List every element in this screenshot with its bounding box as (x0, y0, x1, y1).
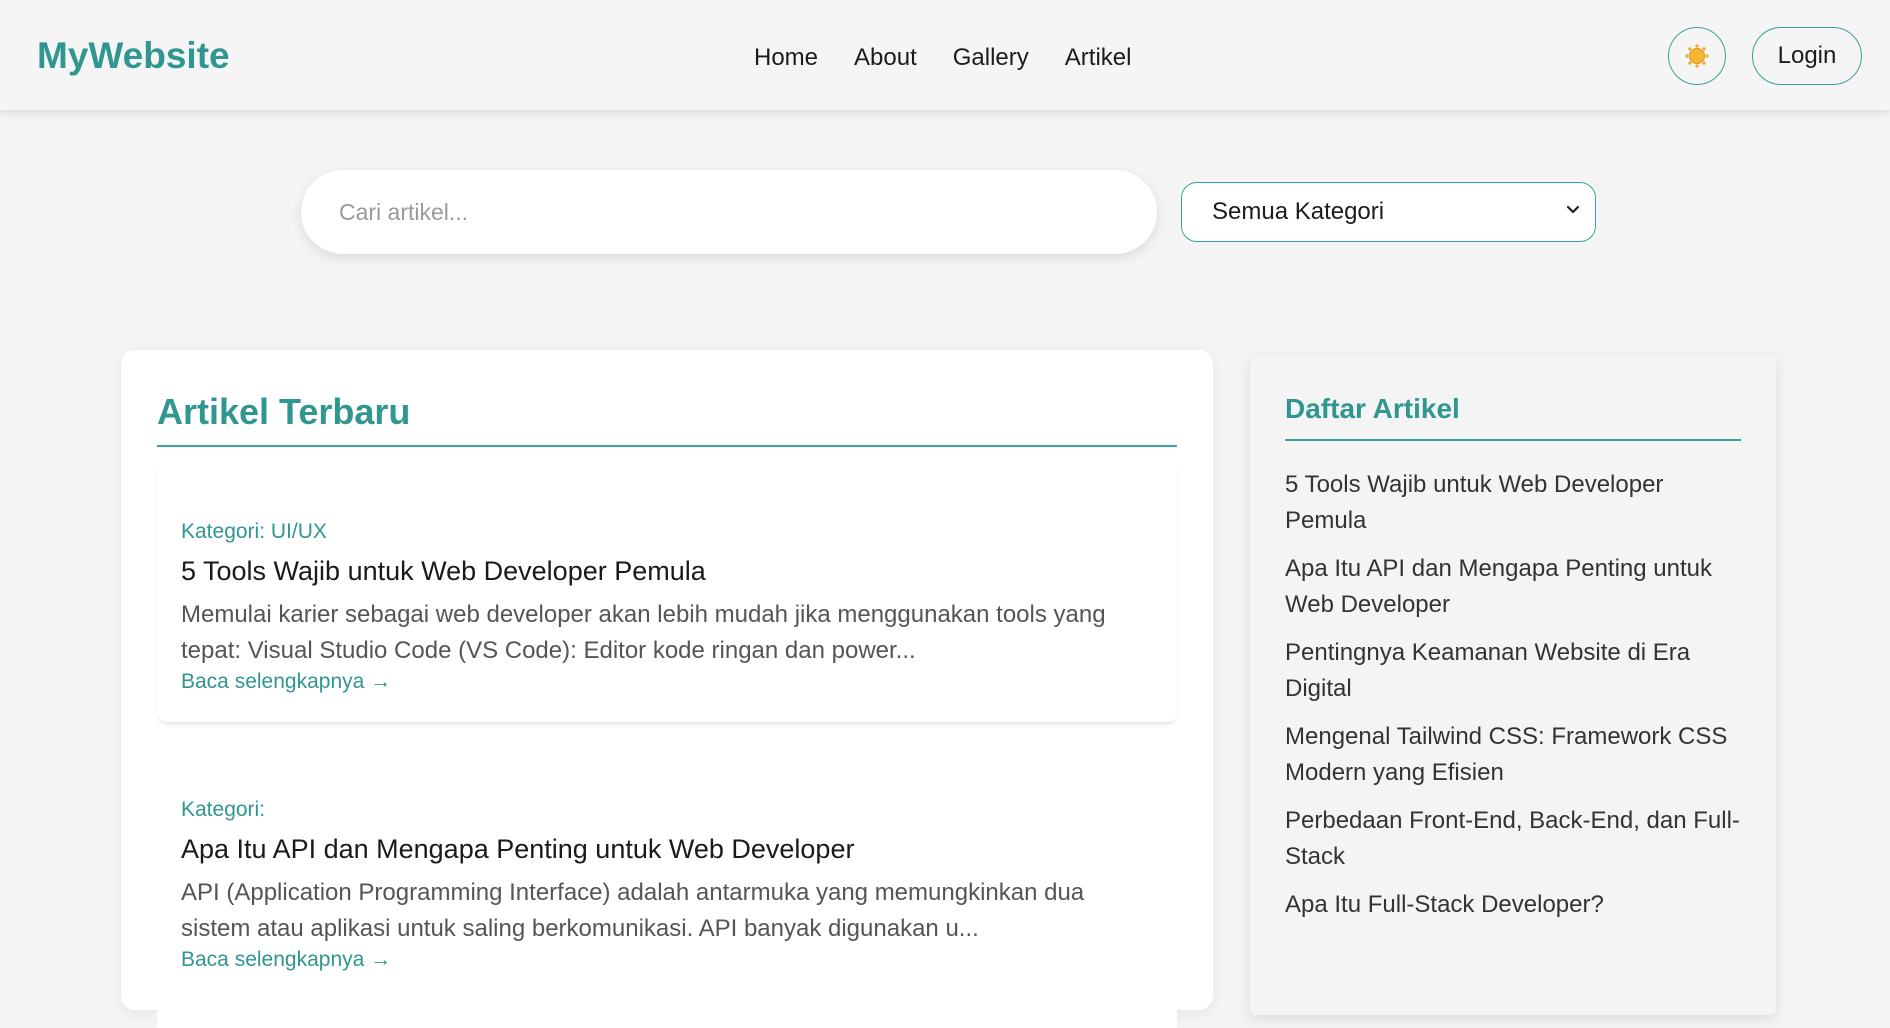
sidebar-article-link[interactable]: Pentingnya Keamanan Website di Era Digit… (1285, 635, 1741, 707)
article-title[interactable]: 5 Tools Wajib untuk Web Developer Pemula (181, 556, 706, 587)
brand-logo[interactable]: MyWebsite (37, 34, 230, 78)
article-card: Kategori: UI/UX 5 Tools Wajib untuk Web … (157, 460, 1177, 722)
sidebar-article-link[interactable]: Perbedaan Front-End, Back-End, dan Full-… (1285, 803, 1741, 875)
category-select[interactable]: Semua Kategori (1181, 182, 1596, 242)
latest-articles-card: Artikel Terbaru Kategori: UI/UX 5 Tools … (121, 350, 1213, 1028)
sun-icon (1685, 44, 1709, 68)
category-selected-value: Semua Kategori (1212, 198, 1385, 225)
article-category: Kategori: (181, 798, 266, 821)
nav-gallery[interactable]: Gallery (953, 38, 1029, 78)
search-input[interactable] (337, 197, 1157, 227)
sidebar-article-link[interactable]: Apa Itu API dan Mengapa Penting untuk We… (1285, 551, 1741, 623)
main-nav: Home About Gallery Artikel (754, 38, 1131, 78)
theme-toggle-button[interactable] (1668, 27, 1726, 85)
latest-articles-title: Artikel Terbaru (157, 391, 411, 432)
sidebar-title: Daftar Artikel (1285, 393, 1460, 424)
article-list-sidebar: Daftar Artikel 5 Tools Wajib untuk Web D… (1250, 355, 1776, 1015)
title-divider (157, 445, 1177, 447)
site-header: MyWebsite Home About Gallery Artikel Log… (0, 0, 1890, 110)
nav-home[interactable]: Home (754, 38, 818, 78)
article-excerpt: Memulai karier sebagai web developer aka… (181, 601, 1106, 664)
article-card: Kategori: Apa Itu API dan Mengapa Pentin… (157, 738, 1177, 1028)
login-button[interactable]: Login (1752, 27, 1862, 85)
chevron-down-icon (1566, 205, 1580, 214)
sidebar-divider (1285, 439, 1741, 441)
sidebar-article-link[interactable]: 5 Tools Wajib untuk Web Developer Pemula (1285, 467, 1741, 539)
read-more-link[interactable]: Baca selengkapnya → (181, 670, 391, 694)
search-box (301, 170, 1157, 254)
sidebar-article-link[interactable]: Mengenal Tailwind CSS: Framework CSS Mod… (1285, 719, 1741, 791)
read-more-link[interactable]: Baca selengkapnya → (181, 948, 391, 972)
nav-about[interactable]: About (854, 38, 917, 78)
nav-artikel[interactable]: Artikel (1065, 38, 1132, 78)
sidebar-article-list: 5 Tools Wajib untuk Web Developer Pemula… (1285, 467, 1741, 935)
article-excerpt: API (Application Programming Interface) … (181, 879, 1085, 942)
article-title[interactable]: Apa Itu API dan Mengapa Penting untuk We… (181, 834, 854, 865)
sidebar-article-link[interactable]: Apa Itu Full-Stack Developer? (1285, 887, 1741, 923)
article-category: Kategori: UI/UX (181, 520, 327, 543)
